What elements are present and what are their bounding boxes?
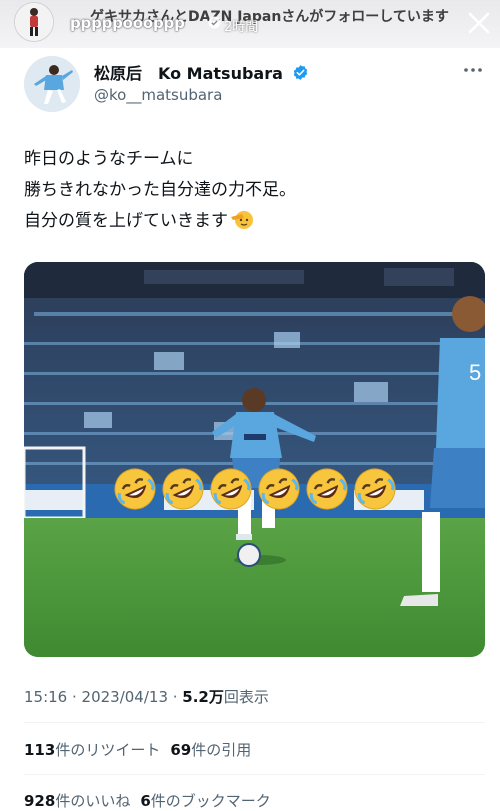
divider (24, 722, 485, 723)
view-count: 5.2万 (182, 688, 224, 706)
story-username[interactable]: pppppoooppp (70, 14, 185, 32)
author-handle[interactable]: @ko__matsubara (94, 86, 222, 104)
bookmark-stat[interactable]: 6件のブックマーク (140, 792, 270, 810)
laughing-emoji-row (112, 466, 402, 512)
view-label: 回表示 (223, 688, 269, 706)
tweet-text-line-3: 自分の質を上げていきます (24, 211, 228, 231)
rolling-on-floor-laughing-icon (114, 468, 156, 510)
quote-label: 件の引用 (191, 741, 252, 759)
verified-badge-icon (293, 65, 308, 80)
retweet-label: 件のリツイート (55, 741, 161, 759)
like-count: 928 (24, 792, 56, 810)
rolling-on-floor-laughing-icon (258, 468, 300, 510)
retweet-stat[interactable]: 113件のリツイート (24, 741, 160, 759)
quote-stat[interactable]: 69件の引用 (170, 741, 251, 759)
saluting-face-emoji-icon (231, 211, 253, 229)
bookmark-label: 件のブックマーク (150, 792, 271, 810)
tweet-text-line-1: 昨日のようなチームに (24, 149, 194, 169)
rolling-on-floor-laughing-icon (210, 468, 252, 510)
tweet-photo[interactable]: 5 (24, 262, 485, 657)
like-label: 件のいいね (55, 792, 131, 810)
story-verified-icon (208, 16, 221, 29)
rolling-on-floor-laughing-icon (162, 468, 204, 510)
retweet-count: 113 (24, 741, 56, 759)
more-options-icon[interactable] (462, 60, 484, 80)
author-name-row: 松原后 Ko Matsubara (94, 60, 309, 84)
rolling-on-floor-laughing-icon (306, 468, 348, 510)
story-header: ゲキサカさんとDAZN Japanさんがフォローしています pppppooopp… (0, 0, 500, 48)
author-display-name[interactable]: 松原后 Ko Matsubara (94, 64, 283, 83)
story-avatar[interactable] (14, 2, 54, 42)
close-icon[interactable] (466, 10, 492, 36)
author-avatar[interactable] (24, 56, 80, 112)
divider (24, 774, 485, 775)
tweet-text: 昨日のようなチームに 勝ちきれなかった自分達の力不足。 自分の質を上げていきます (24, 144, 484, 237)
rolling-on-floor-laughing-icon (354, 468, 396, 510)
bookmark-count: 6 (140, 792, 151, 810)
tweet-timestamp[interactable]: 15:16 · 2023/04/13 · (24, 688, 182, 706)
svg-text:5: 5 (469, 360, 481, 385)
quote-count: 69 (170, 741, 192, 759)
story-time: 2時間 (224, 20, 259, 35)
tweet-timestamp-row: 15:16 · 2023/04/13 · 5.2万回表示 (24, 686, 269, 707)
engagement-row-1: 113件のリツイート 69件の引用 (24, 739, 251, 760)
engagement-row-2: 928件のいいね 6件のブックマーク (24, 790, 271, 811)
like-stat[interactable]: 928件のいいね (24, 792, 130, 810)
tweet-text-line-2: 勝ちきれなかった自分達の力不足。 (24, 180, 296, 200)
